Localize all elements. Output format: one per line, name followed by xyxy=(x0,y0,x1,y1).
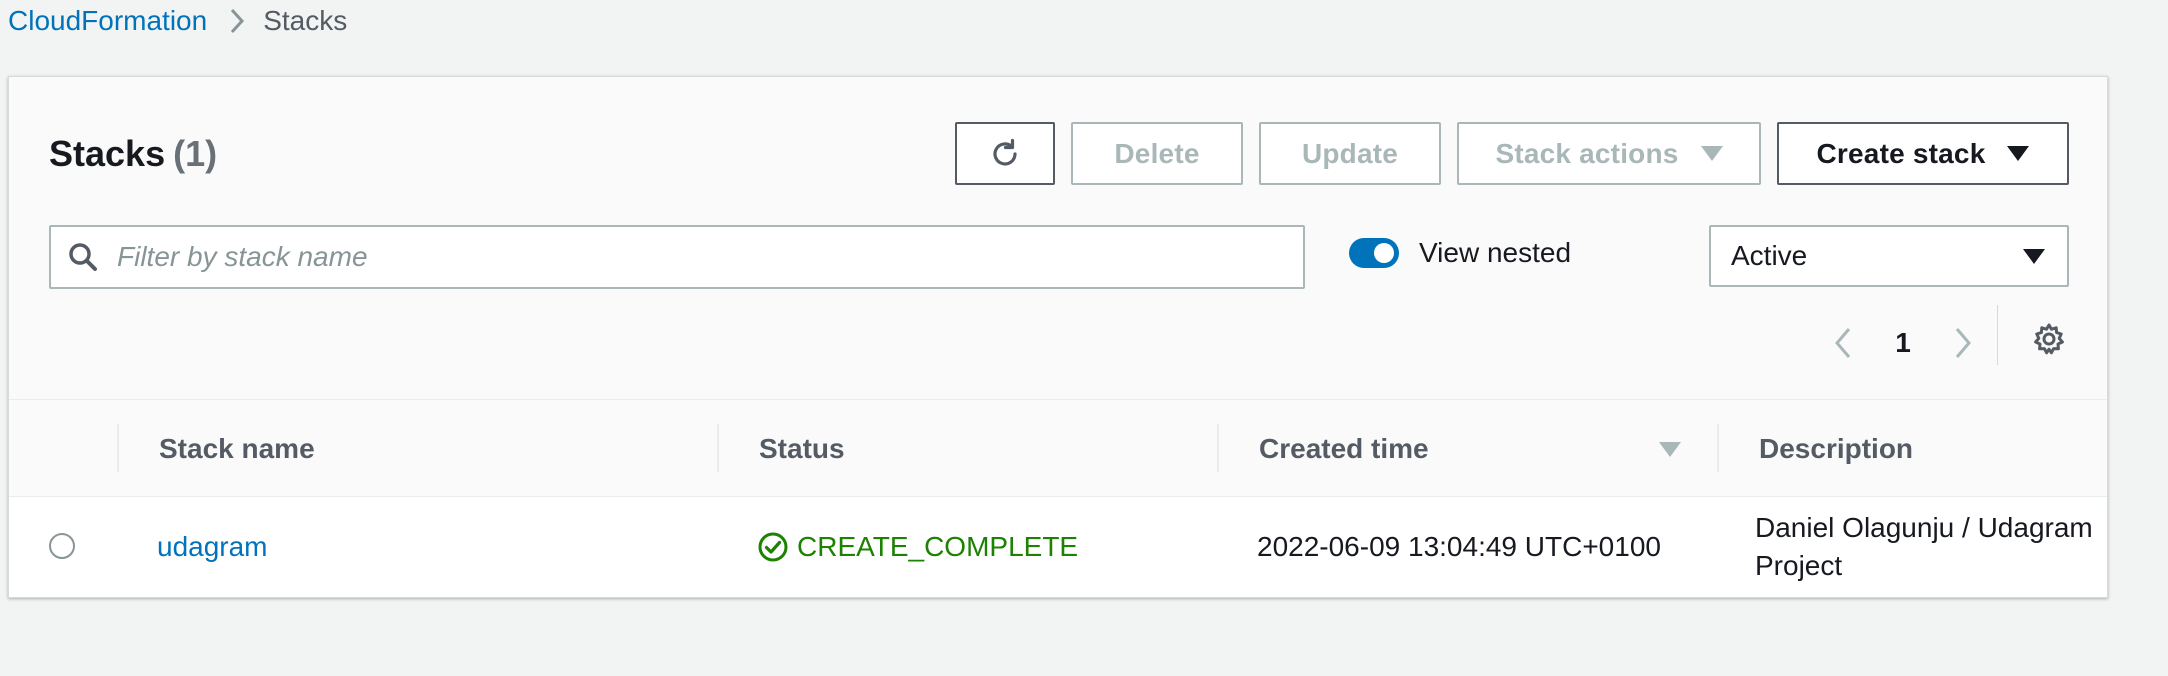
toggle-switch[interactable] xyxy=(1349,238,1399,268)
filter-search-box[interactable] xyxy=(49,225,1305,289)
stack-actions-label: Stack actions xyxy=(1495,137,1679,169)
chevron-left-icon[interactable] xyxy=(1823,326,1863,360)
description-line-2: Project xyxy=(1755,550,1843,581)
update-button[interactable]: Update xyxy=(1259,122,1441,185)
column-header-stack-name[interactable]: Stack name xyxy=(159,400,315,498)
column-divider xyxy=(717,424,719,472)
column-divider xyxy=(117,424,119,472)
status-filter-value: Active xyxy=(1731,240,1808,271)
column-divider xyxy=(1217,424,1219,472)
status-filter-select[interactable]: Active xyxy=(1709,225,2069,287)
check-circle-icon xyxy=(757,531,789,563)
description-value: Daniel Olagunju / Udagram Project xyxy=(1755,497,2107,597)
pager-divider xyxy=(1997,305,1998,365)
filter-by-stack-name-input[interactable] xyxy=(117,241,1217,273)
table-row[interactable]: udagram CREATE_COMPLETE 2022-06-09 13:04… xyxy=(9,497,2107,597)
caret-down-icon xyxy=(2007,146,2030,161)
update-button-label: Update xyxy=(1301,137,1399,169)
create-stack-button[interactable]: Create stack xyxy=(1777,122,2069,185)
stack-count: (1) xyxy=(173,133,218,174)
refresh-icon xyxy=(988,137,1022,171)
current-page-number[interactable]: 1 xyxy=(1863,327,1943,359)
create-stack-label: Create stack xyxy=(1816,137,1986,169)
cloudformation-stacks-page: CloudFormation Stacks Stacks (1) Delete … xyxy=(0,0,2168,676)
breadcrumb: CloudFormation Stacks xyxy=(8,0,347,42)
pagination: 1 xyxy=(1823,317,1983,369)
column-header-description[interactable]: Description xyxy=(1759,400,1913,498)
status-text: CREATE_COMPLETE xyxy=(797,531,1079,562)
column-header-status[interactable]: Status xyxy=(759,400,845,498)
stacks-panel: Stacks (1) Delete Update Stack actions C… xyxy=(8,76,2108,598)
view-nested-toggle[interactable]: View nested xyxy=(1349,237,1571,269)
chevron-right-icon xyxy=(229,7,245,35)
column-header-created-time[interactable]: Created time xyxy=(1259,400,1429,498)
stack-actions-button[interactable]: Stack actions xyxy=(1457,122,1761,185)
delete-button-label: Delete xyxy=(1114,137,1200,169)
description-line-1: Daniel Olagunju / Udagram xyxy=(1755,512,2093,543)
chevron-right-icon[interactable] xyxy=(1943,326,1983,360)
toggle-knob xyxy=(1374,243,1394,263)
refresh-button[interactable] xyxy=(955,122,1055,185)
page-title: Stacks (1) xyxy=(49,132,217,176)
caret-down-icon xyxy=(2023,248,2045,264)
stack-name-link[interactable]: udagram xyxy=(157,497,268,597)
created-time-value: 2022-06-09 13:04:49 UTC+0100 xyxy=(1257,531,1661,562)
caret-down-icon xyxy=(1700,146,1723,161)
column-divider xyxy=(1717,424,1719,472)
row-select-radio[interactable] xyxy=(49,533,75,559)
breadcrumb-cloudformation-link[interactable]: CloudFormation xyxy=(8,5,207,37)
view-nested-label: View nested xyxy=(1419,237,1572,268)
delete-button[interactable]: Delete xyxy=(1071,122,1243,185)
stack-status: CREATE_COMPLETE xyxy=(757,497,1078,597)
panel-title: Stacks xyxy=(49,133,166,174)
breadcrumb-current: Stacks xyxy=(263,5,348,36)
search-icon xyxy=(67,241,99,273)
gear-icon[interactable] xyxy=(2031,321,2067,357)
sort-descending-icon[interactable] xyxy=(1659,442,1681,457)
table-header: Stack name Status Created time Descripti… xyxy=(9,399,2107,497)
